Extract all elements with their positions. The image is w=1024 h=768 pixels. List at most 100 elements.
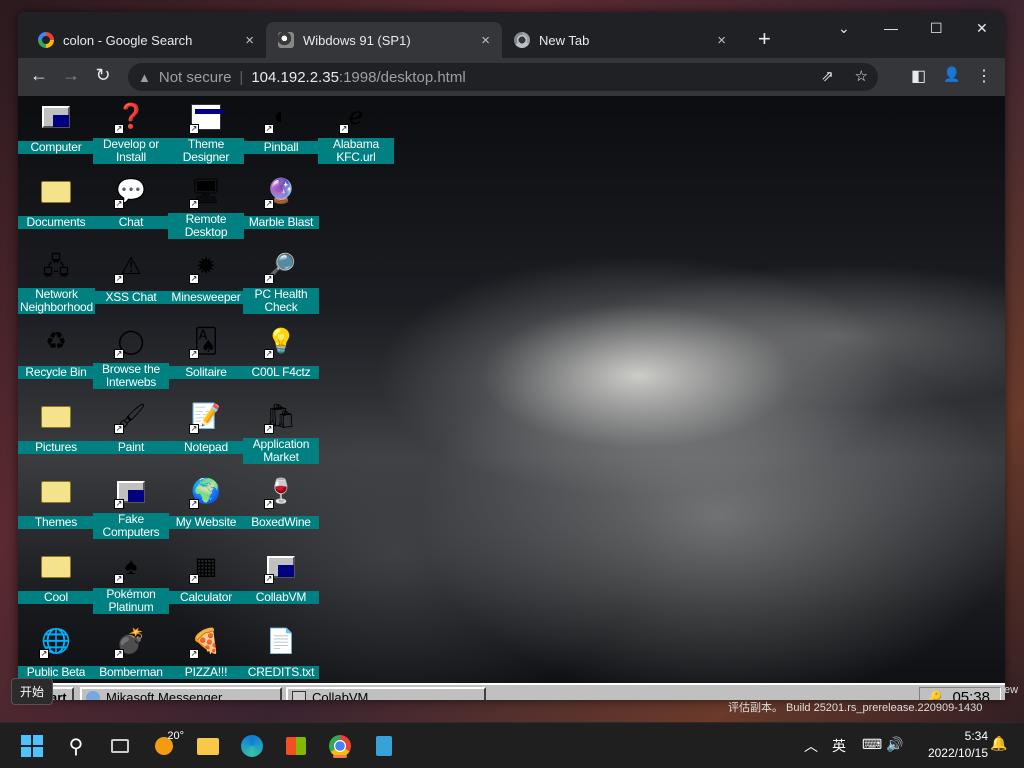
desktop-icon-label: Remote Desktop — [168, 213, 244, 239]
profile-icon[interactable]: 👤 — [943, 66, 960, 83]
desktop-icon-label: Pokémon Platinum — [93, 588, 169, 614]
close-icon[interactable]: × — [481, 32, 490, 49]
desktop-icon[interactable]: 🖥 ↗ Remote Desktop — [168, 175, 244, 241]
close-icon[interactable]: × — [245, 32, 254, 49]
desktop-icon[interactable]: Documents — [18, 175, 94, 231]
desktop-icon[interactable]: ↗ Theme Designer — [168, 100, 244, 166]
shortcut-arrow-icon: ↗ — [189, 124, 199, 134]
shortcut-arrow-icon: ↗ — [114, 649, 124, 659]
tab-search-button[interactable]: ⌄ — [838, 20, 850, 37]
store-icon[interactable] — [282, 732, 310, 760]
tab-google-search[interactable]: colon - Google Search × — [26, 22, 266, 58]
desktop-icon[interactable]: ❓ ↗ Develop or Install — [93, 100, 169, 166]
desktop-icon-glyph: 🔮 ↗ — [264, 178, 296, 209]
desktop-icon[interactable]: 🌍 ↗ My Website — [168, 475, 244, 531]
desktop-icon[interactable]: 💬 ↗ Chat — [93, 175, 169, 231]
close-icon[interactable]: × — [717, 32, 726, 49]
system-clock[interactable]: 5:34 2022/10/15 — [928, 728, 988, 762]
desktop-icon-glyph: 🂡 ↗ — [189, 328, 219, 359]
bookmark-star-icon[interactable]: ☆ — [855, 68, 868, 85]
start-button-win11[interactable] — [18, 732, 46, 760]
forward-button[interactable]: → — [58, 65, 84, 86]
shortcut-arrow-icon: ↗ — [189, 349, 199, 359]
file-explorer-icon[interactable] — [194, 732, 222, 760]
desktop-icon-label: CREDITS.txt — [243, 666, 319, 679]
close-window-button[interactable]: ✕ — [976, 20, 988, 37]
menu-icon[interactable]: ⋮ — [976, 66, 992, 86]
desktop-icon[interactable]: Themes — [18, 475, 94, 531]
desktop-icon[interactable]: ↗ Fake Computers — [93, 475, 169, 541]
desktop-icon[interactable]: ⚠ ↗ XSS Chat — [93, 250, 169, 306]
desktop-icon[interactable]: 🍷 ↗ BoxedWine — [243, 475, 319, 531]
security-label: Not secure — [158, 68, 232, 86]
shortcut-arrow-icon: ↗ — [264, 499, 274, 509]
desktop-icon[interactable]: 💣 ↗ Bomberman — [93, 625, 169, 681]
desktop-icon-label: Develop or Install — [93, 138, 169, 164]
tab-wibdows[interactable]: Wibdows 91 (SP1) × — [266, 22, 502, 58]
desktop-icon-label: Bomberman — [93, 666, 169, 679]
desktop-icon[interactable]: Cool — [18, 550, 94, 606]
url-path: :1998/desktop.html — [338, 68, 466, 86]
side-panel-icon[interactable]: ◧ — [911, 66, 926, 86]
shortcut-arrow-icon: ↗ — [114, 199, 124, 209]
desktop-icon-glyph: 🖌 ↗ — [114, 403, 147, 434]
desktop-icon[interactable]: 💡 ↗ C00L F4ctz — [243, 325, 319, 381]
tab-new-tab[interactable]: New Tab × — [502, 22, 738, 58]
maximize-button[interactable]: ☐ — [930, 20, 943, 37]
notepad-taskbar-icon[interactable] — [370, 732, 398, 760]
search-icon[interactable]: ⚲ — [62, 732, 90, 760]
task-view-icon[interactable] — [106, 732, 134, 760]
reload-button[interactable]: ↻ — [90, 65, 116, 86]
desktop-icon[interactable]: Computer — [18, 100, 94, 156]
desktop-icon[interactable]: 📄 CREDITS.txt — [243, 625, 319, 681]
desktop-icon-label: BoxedWine — [243, 516, 319, 529]
desktop-icon[interactable]: 🔮 ↗ Marble Blast — [243, 175, 319, 231]
shortcut-arrow-icon: ↗ — [189, 274, 199, 284]
desktop-icon[interactable]: ◐ ↗ Pinball — [243, 100, 319, 156]
weather-icon[interactable]: 20° — [150, 730, 184, 760]
shortcut-arrow-icon: ↗ — [114, 499, 124, 509]
desktop-icon[interactable]: ↗ CollabVM — [243, 550, 319, 606]
desktop-icon-glyph: 🔎 ↗ — [264, 253, 296, 284]
desktop-icon[interactable]: ◯ ↗ Browse the Interwebs — [93, 325, 169, 391]
desktop-icon[interactable]: 🔎 ↗ PC Health Check — [243, 250, 319, 316]
desktop-icon[interactable]: 🂡 ↗ Solitaire — [168, 325, 244, 381]
desktop-icon-label: Recycle Bin — [18, 366, 94, 379]
desktop-icon[interactable]: ♠ ↗ Pokémon Platinum — [93, 550, 169, 616]
tab-title: Wibdows 91 (SP1) — [303, 32, 411, 48]
task-mikasoft-messenger[interactable]: Mikasoft Messenger — [80, 687, 282, 700]
desktop-icon[interactable]: ♻ Recycle Bin — [18, 325, 94, 381]
active-indicator — [333, 755, 347, 758]
back-button[interactable]: ← — [26, 65, 52, 86]
ime-indicator[interactable]: 英 — [832, 736, 846, 756]
edge-icon[interactable] — [238, 732, 266, 760]
warning-icon[interactable]: ▲ — [138, 70, 151, 85]
minimize-button[interactable]: — — [884, 20, 898, 36]
desktop-icon[interactable]: 🖧 Network Neighborhood — [18, 250, 95, 316]
desktop-icon-label: Minesweeper — [168, 291, 244, 304]
address-bar[interactable]: ▲ Not secure | 104.192.2.35:1998/desktop… — [128, 63, 878, 91]
desktop-icon-glyph: 📄 — [266, 628, 296, 655]
desktop-icon[interactable]: Pictures — [18, 400, 94, 456]
desktop-icon[interactable]: 🍕 ↗ PIZZA!!! — [168, 625, 244, 681]
show-hidden-icons[interactable]: ︿ — [804, 736, 818, 756]
clock-date: 2022/10/15 — [927, 746, 988, 760]
desktop-icon[interactable]: ▦ ↗ Calculator — [168, 550, 244, 606]
desktop-icon[interactable]: 🛍 ↗ Application Market — [243, 400, 319, 466]
desktop-icon[interactable]: ✹ ↗ Minesweeper — [168, 250, 244, 306]
share-icon[interactable]: ⇗ — [821, 68, 834, 85]
network-icon[interactable]: ⌨ — [862, 736, 882, 753]
desktop-icon[interactable]: 🖌 ↗ Paint — [93, 400, 169, 456]
desktop-icon-label: Alabama KFC.url — [318, 138, 394, 164]
task-collabvm[interactable]: CollabVM — [286, 687, 486, 700]
shortcut-arrow-icon: ↗ — [264, 574, 274, 584]
chrome-taskbar-icon[interactable] — [326, 732, 354, 760]
shortcut-arrow-icon: ↗ — [189, 499, 199, 509]
desktop-icon[interactable]: ℯ ↗ Alabama KFC.url — [318, 100, 394, 166]
volume-icon[interactable]: 🔊 — [886, 736, 903, 753]
desktop-icon[interactable]: 🌐 ↗ Public Beta — [18, 625, 94, 681]
notification-icon[interactable]: 🔔 — [990, 735, 1007, 752]
desktop-icon[interactable]: 📝 ↗ Notepad — [168, 400, 244, 456]
desktop-icon-glyph: 💡 ↗ — [264, 328, 296, 359]
new-tab-button[interactable]: + — [758, 28, 771, 50]
